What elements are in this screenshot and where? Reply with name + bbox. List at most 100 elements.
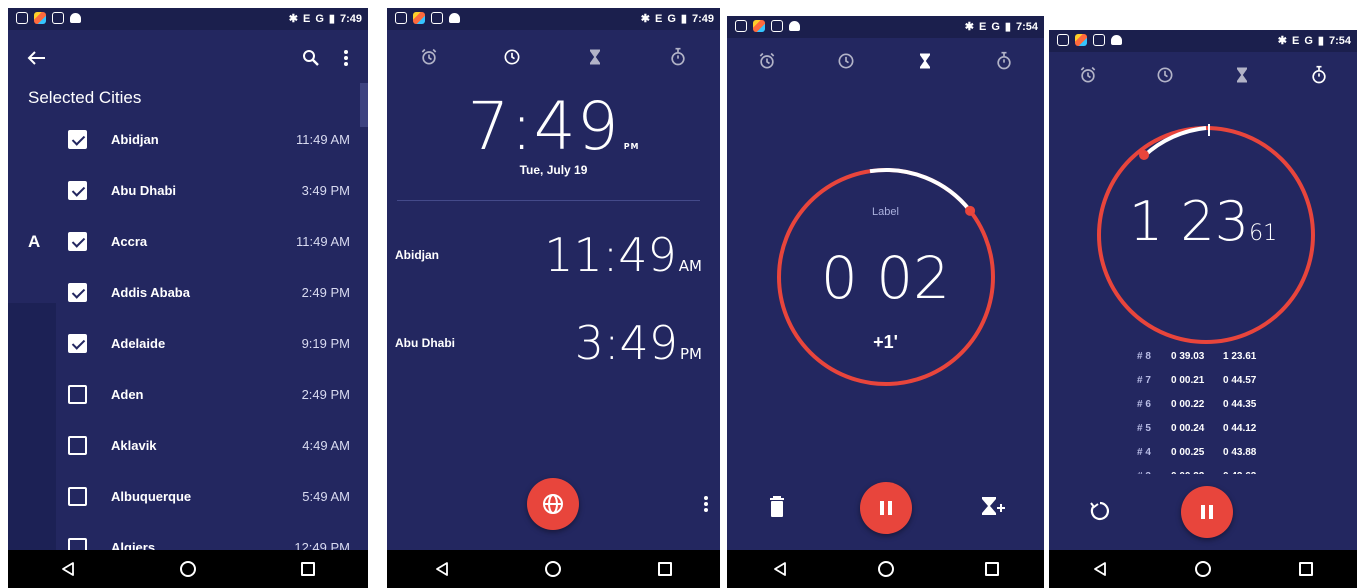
city-time: 2:49 PM: [301, 285, 350, 300]
battery-icon: ▮: [680, 13, 687, 25]
lap-number: # 4: [1137, 446, 1151, 458]
tab-stopwatch[interactable]: [1309, 65, 1329, 85]
lap-row: # 8 0 39.03 1 23.61: [1137, 344, 1297, 368]
tab-clock[interactable]: [1155, 65, 1175, 85]
city-checkbox[interactable]: [68, 334, 87, 353]
city-time: 2:49 PM: [301, 387, 350, 402]
status-bar: ✱ E G ▮ 7:49: [387, 8, 720, 30]
android-icon: [70, 13, 81, 23]
nav-home-icon[interactable]: [545, 561, 562, 577]
overflow-menu-icon[interactable]: [344, 50, 348, 68]
city-row[interactable]: Accra 11:49 AM: [8, 216, 368, 267]
signal-label: E: [303, 12, 311, 25]
tab-stopwatch[interactable]: [994, 51, 1014, 71]
city-row[interactable]: Albuquerque 5:49 AM: [8, 471, 368, 522]
status-bar: ✱ E G ▮ 7:54: [1049, 30, 1357, 52]
stopwatch-fraction: 61: [1249, 221, 1278, 246]
back-arrow-icon[interactable]: [26, 50, 46, 66]
city-time: 9:19 PM: [301, 336, 350, 351]
clock-icon: [1155, 65, 1175, 85]
stopwatch-icon: [994, 51, 1014, 71]
city-checkbox[interactable]: [68, 130, 87, 149]
android-icon: [789, 21, 800, 31]
search-icon[interactable]: [302, 49, 320, 67]
lap-row: # 6 0 00.22 0 44.35: [1137, 392, 1297, 416]
reset-icon[interactable]: [1089, 500, 1111, 522]
city-checkbox[interactable]: [68, 436, 87, 455]
clock-status: 7:49: [691, 12, 714, 25]
city-name: Aklavik: [111, 438, 157, 453]
city-row[interactable]: Abidjan 11:49 AM: [8, 114, 368, 165]
lap-total: 0 43.88: [1223, 446, 1257, 458]
lap-number: # 5: [1137, 422, 1151, 434]
pause-button[interactable]: [1181, 486, 1233, 538]
signal-label: E: [655, 12, 663, 25]
lap-time: 0 00.24: [1171, 422, 1205, 434]
nav-recents-icon[interactable]: [984, 562, 999, 576]
tab-timer[interactable]: [1232, 65, 1252, 85]
tab-timer[interactable]: [915, 51, 935, 71]
date-label: Tue, July 19: [519, 163, 588, 177]
lap-time: 0 00.21: [1171, 374, 1205, 386]
city-row[interactable]: Aden 2:49 PM: [8, 369, 368, 420]
tab-alarm[interactable]: [757, 51, 777, 71]
city-checkbox[interactable]: [68, 232, 87, 251]
clock-status: 7:49: [339, 12, 362, 25]
nav-home-icon[interactable]: [1195, 561, 1211, 577]
lap-row: # 30 00.220 43.63: [1137, 464, 1297, 475]
nav-home-icon[interactable]: [877, 561, 894, 577]
status-bar: ✱ E G ▮ 7:49: [8, 8, 368, 30]
city-time: 4:49 AM: [302, 438, 350, 453]
city-row[interactable]: Aklavik 4:49 AM: [8, 420, 368, 471]
globe-icon: [543, 494, 563, 514]
add-minute-button[interactable]: +1': [727, 332, 1044, 353]
clock-icon: [502, 47, 522, 67]
signal-label: E: [979, 20, 987, 33]
notification-icon: [1057, 34, 1069, 46]
nav-back-icon[interactable]: [1093, 562, 1107, 576]
city-row[interactable]: Addis Ababa 2:49 PM: [8, 267, 368, 318]
nav-back-icon[interactable]: [61, 562, 75, 576]
photos-icon: [34, 12, 46, 24]
overflow-menu-icon[interactable]: [704, 496, 708, 514]
nav-bar: [8, 550, 368, 588]
tab-timer[interactable]: [585, 47, 605, 67]
hourglass-icon: [585, 47, 605, 67]
photos-icon: [1075, 34, 1087, 46]
city-row[interactable]: Abu Dhabi 3:49 PM: [8, 165, 368, 216]
tab-alarm[interactable]: [1078, 65, 1098, 85]
city-checkbox[interactable]: [68, 181, 87, 200]
lap-total: 0 43.63: [1223, 471, 1256, 475]
city-checkbox[interactable]: [68, 283, 87, 302]
tab-alarm[interactable]: [419, 47, 439, 67]
network-label: G: [991, 20, 1000, 33]
add-timer-icon[interactable]: [980, 496, 1006, 518]
battery-icon: ▮: [1004, 21, 1011, 33]
city-row[interactable]: Adelaide 9:19 PM: [8, 318, 368, 369]
city-name: Albuquerque: [111, 489, 192, 504]
nav-recents-icon[interactable]: [657, 562, 672, 576]
nav-back-icon[interactable]: [773, 562, 787, 576]
tab-clock[interactable]: [502, 47, 522, 67]
world-clock-city: Abidjan: [395, 248, 439, 262]
alarm-icon: [1078, 65, 1098, 85]
lap-list[interactable]: # 8 0 39.03 1 23.61 # 7 0 00.21 0 44.57 # 6 0 0…: [1137, 344, 1297, 475]
world-cities-screen: ✱ E G ▮ 7:49 Selected Cities A Abidjan 11:49 …: [8, 8, 368, 588]
lap-total: 1 23.61: [1223, 350, 1257, 362]
screen-icon: [431, 12, 443, 24]
city-checkbox[interactable]: [68, 487, 87, 506]
nav-back-icon[interactable]: [435, 562, 449, 576]
photos-icon: [413, 12, 425, 24]
city-time: 3:49 PM: [301, 183, 350, 198]
pause-button[interactable]: [860, 482, 912, 534]
nav-recents-icon[interactable]: [1299, 562, 1313, 576]
city-checkbox[interactable]: [68, 385, 87, 404]
lap-time: 0 00.25: [1171, 446, 1205, 458]
tab-stopwatch[interactable]: [668, 47, 688, 67]
nav-home-icon[interactable]: [179, 561, 196, 577]
tab-clock[interactable]: [836, 51, 856, 71]
android-icon: [1111, 35, 1122, 45]
nav-recents-icon[interactable]: [301, 562, 316, 576]
world-cities-button[interactable]: [527, 478, 579, 530]
delete-icon[interactable]: [769, 496, 785, 518]
